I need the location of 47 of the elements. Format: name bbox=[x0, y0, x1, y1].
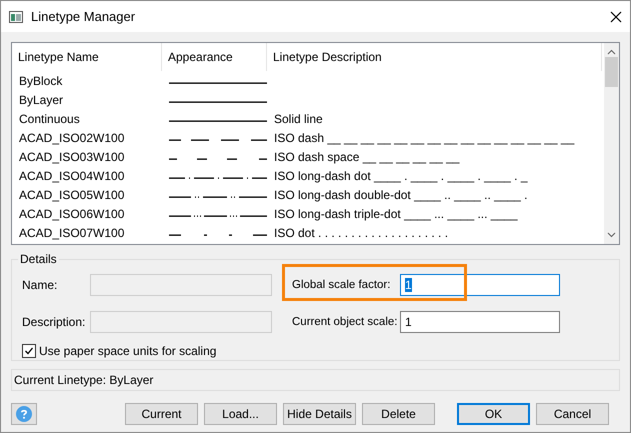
help-button[interactable] bbox=[11, 403, 37, 425]
linetype-description: Solid line bbox=[273, 112, 324, 126]
dialog-button[interactable]: OK bbox=[457, 403, 530, 425]
name-field[interactable] bbox=[90, 274, 272, 296]
dialog-button[interactable]: Cancel bbox=[536, 403, 609, 425]
close-icon[interactable] bbox=[610, 10, 622, 22]
linetype-name[interactable]: ACAD_ISO05W100 bbox=[12, 188, 162, 202]
field-label: Global scale factor: bbox=[292, 278, 392, 290]
dialog-button[interactable]: Current bbox=[125, 403, 198, 425]
linetype-name[interactable]: ByBlock bbox=[12, 74, 162, 88]
column-header[interactable]: Linetype Description bbox=[267, 43, 602, 71]
column-header[interactable]: Linetype Name bbox=[12, 43, 162, 71]
window-title: Linetype Manager bbox=[31, 9, 136, 24]
scrollbar[interactable] bbox=[604, 43, 619, 244]
linetype-name[interactable]: ByLayer bbox=[12, 92, 162, 106]
dialog-button[interactable]: Delete bbox=[362, 403, 435, 425]
linetype-description: ISO dash space __ __ __ __ __ __ bbox=[273, 150, 460, 164]
help-icon[interactable] bbox=[16, 406, 32, 422]
dialog-button[interactable]: Load... bbox=[204, 403, 277, 425]
check-icon bbox=[24, 346, 34, 356]
linetype-description: ISO long-dash double-dot ____ .. ____ .. ____ . bbox=[273, 188, 529, 202]
scroll-down-icon[interactable] bbox=[607, 232, 616, 238]
app-icon bbox=[9, 10, 23, 22]
linetype-name[interactable]: ACAD_ISO07W100 bbox=[12, 226, 162, 240]
linetype-name[interactable]: ACAD_ISO04W100 bbox=[12, 168, 162, 182]
input-field[interactable]: 1 bbox=[400, 310, 560, 332]
linetype-description: ISO long-dash triple-dot ____ ... ____ ... ____ bbox=[273, 206, 519, 220]
linetype-description: ISO dot . . . . . . . . . . . . . . . . . . . . bbox=[273, 226, 450, 240]
checkbox-label[interactable]: Use paper space units for scaling bbox=[39, 344, 216, 358]
field-label: Current object scale: bbox=[292, 316, 398, 328]
linetype-name[interactable]: ACAD_ISO06W100 bbox=[12, 206, 162, 220]
linetype-name[interactable]: ACAD_ISO02W100 bbox=[12, 130, 162, 144]
dialog-button[interactable]: Hide Details bbox=[283, 403, 356, 425]
column-header[interactable]: Appearance bbox=[162, 43, 267, 71]
checkbox[interactable] bbox=[22, 344, 36, 358]
description-field[interactable] bbox=[90, 310, 272, 332]
status-field: Current Linetype: ByLayer bbox=[11, 369, 620, 391]
linetype-name[interactable]: Continuous bbox=[12, 112, 162, 126]
scrollbar-thumb[interactable] bbox=[605, 57, 618, 87]
linetype-name[interactable]: ACAD_ISO03W100 bbox=[12, 150, 162, 164]
input-field[interactable]: 1 bbox=[400, 274, 560, 296]
scroll-up-icon[interactable] bbox=[607, 49, 616, 55]
linetype-description: ISO long-dash dot ____ . ____ . ____ . ____ . _ bbox=[273, 168, 529, 182]
linetype-description: ISO dash __ __ __ __ __ __ __ __ __ __ __ __ __ __ __ bbox=[273, 130, 576, 144]
field-label: Description: bbox=[22, 314, 86, 328]
group-title: Details bbox=[18, 252, 59, 266]
field-label: Name: bbox=[22, 278, 58, 292]
